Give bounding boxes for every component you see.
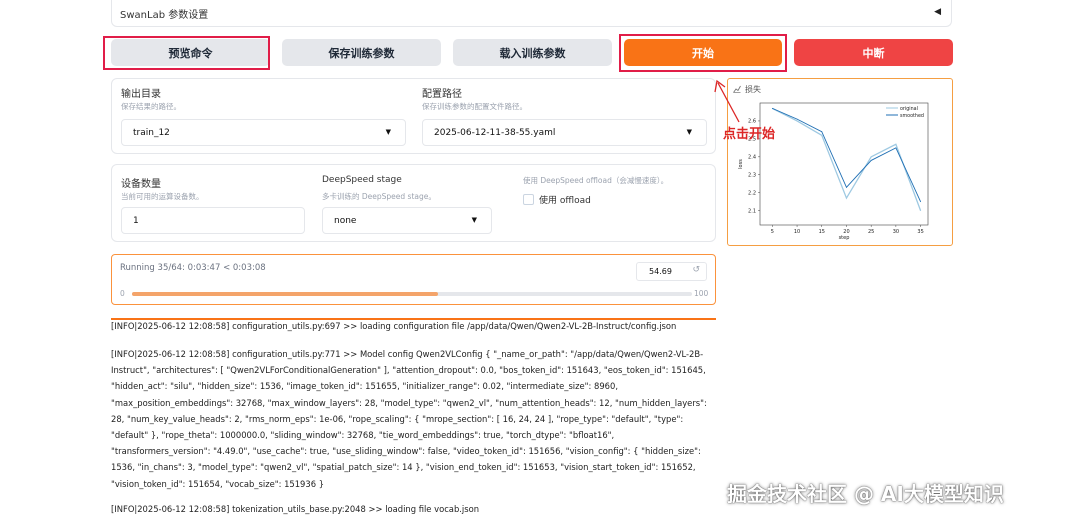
data-point-smoothed bbox=[895, 147, 897, 149]
offload-hint: 使用 DeepSpeed offload（会减慢速度）。 bbox=[523, 176, 669, 185]
save-params-button[interactable]: 保存训练参数 bbox=[282, 39, 441, 66]
deepspeed-stage-value: none bbox=[334, 216, 357, 226]
data-point-smoothed bbox=[870, 160, 872, 161]
slider-max-label: 100 bbox=[694, 289, 709, 298]
legend-label-smoothed: smoothed bbox=[900, 113, 924, 119]
device-count-input[interactable]: 1 bbox=[121, 207, 305, 234]
device-count-hint: 当前可用的运算设备数。 bbox=[121, 192, 204, 201]
y-tick-label: 2.4 bbox=[748, 155, 756, 161]
x-axis-label: step bbox=[839, 235, 850, 241]
data-point-smoothed bbox=[846, 186, 847, 188]
config-path-select[interactable]: 2025-06-12-11-38-55.yaml ▼ bbox=[422, 119, 707, 146]
loss-chart: 5 10 15 20 25 30 352.12.22.32.42.52.6steplosso… bbox=[738, 102, 929, 241]
progress-slider-track[interactable] bbox=[132, 292, 692, 296]
config-path-value: 2025-06-12-11-38-55.yaml bbox=[434, 128, 556, 138]
device-count-label: 设备数量 bbox=[121, 179, 161, 190]
highlight-box-preview bbox=[103, 36, 270, 70]
deepspeed-stage-select[interactable]: none ▼ bbox=[322, 207, 492, 234]
annotation-arrow bbox=[714, 79, 740, 123]
x-tick-label: 15 bbox=[819, 229, 825, 235]
data-point-original bbox=[821, 134, 823, 136]
annotation-text: 点击开始 bbox=[723, 127, 776, 142]
deepspeed-stage-hint: 多卡训练的 DeepSpeed stage。 bbox=[322, 192, 436, 201]
data-point-smoothed bbox=[821, 131, 823, 133]
config-path-label: 配置路径 bbox=[422, 89, 462, 100]
log-line: [INFO|2025-06-12 12:08:58] tokenization_… bbox=[111, 504, 480, 514]
path-settings-panel: 输出目录 保存结果的路径。 train_12 ▼ 配置路径 保存训练参数的配置文… bbox=[111, 78, 716, 154]
data-point-original bbox=[846, 197, 847, 199]
output-dir-label: 输出目录 bbox=[121, 89, 161, 100]
chevron-down-icon: ▼ bbox=[686, 128, 692, 136]
y-axis-label: loss bbox=[738, 159, 744, 169]
progress-slider-fill bbox=[132, 292, 439, 296]
x-tick-label: 25 bbox=[868, 229, 874, 235]
data-point-original bbox=[796, 120, 798, 122]
output-dir-select[interactable]: train_12 ▼ bbox=[121, 119, 406, 146]
output-dir-value: train_12 bbox=[133, 128, 170, 138]
config-path-hint: 保存训练参数的配置文件路径。 bbox=[422, 102, 527, 111]
progress-value: 54.69 bbox=[649, 267, 672, 276]
device-settings-panel: 设备数量 当前可用的运算设备数。 1 DeepSpeed stage 多卡训练的… bbox=[111, 164, 716, 242]
collapse-caret-icon[interactable]: ◀ bbox=[934, 7, 941, 17]
log-line: [INFO|2025-06-12 12:08:58] configuration… bbox=[111, 321, 677, 331]
reset-icon[interactable]: ↺ bbox=[692, 265, 700, 275]
series-line-original bbox=[772, 107, 922, 211]
highlight-box-start bbox=[619, 34, 787, 72]
offload-checkbox[interactable] bbox=[523, 194, 534, 205]
x-tick-label: 10 bbox=[794, 229, 800, 235]
load-params-button[interactable]: 载入训练参数 bbox=[453, 39, 612, 66]
device-count-value: 1 bbox=[133, 216, 139, 226]
y-tick-label: 2.2 bbox=[748, 191, 756, 197]
output-dir-hint: 保存结果的路径。 bbox=[121, 102, 181, 111]
y-tick-label: 2.1 bbox=[748, 208, 756, 214]
x-tick-label: 35 bbox=[917, 229, 923, 235]
offload-label: 使用 offload bbox=[539, 196, 591, 206]
slider-min-label: 0 bbox=[120, 289, 125, 298]
data-point-original bbox=[920, 210, 921, 212]
legend-label-original: original bbox=[900, 106, 918, 112]
progress-value-input[interactable]: 54.69 ↺ bbox=[636, 262, 707, 281]
x-tick-label: 30 bbox=[893, 229, 899, 235]
data-point-smoothed bbox=[796, 118, 798, 120]
loss-chart-panel: 损失 5 10 15 20 25 30 35 2.1 2.2 2.3 2.4 2.5 2.6 step lo… bbox=[727, 78, 953, 246]
data-point-smoothed bbox=[920, 201, 921, 203]
accordion-title: SwanLab 参数设置 bbox=[120, 10, 209, 21]
stop-button[interactable]: 中断 bbox=[794, 39, 953, 66]
log-line: [INFO|2025-06-12 12:08:58] configuration… bbox=[111, 349, 707, 489]
watermark: 掘金技术社区 @ AI大模型知识 bbox=[727, 482, 1004, 506]
x-tick-label: 5 bbox=[771, 229, 774, 235]
chevron-down-icon: ▼ bbox=[471, 216, 477, 224]
deepspeed-stage-label: DeepSpeed stage bbox=[322, 175, 402, 185]
chevron-down-icon: ▼ bbox=[385, 128, 391, 136]
y-tick-label: 2.3 bbox=[748, 173, 756, 179]
data-point-smoothed bbox=[771, 107, 773, 109]
swanlab-settings-accordion[interactable]: SwanLab 参数设置 ◀ bbox=[111, 0, 952, 27]
data-point-original bbox=[870, 156, 872, 158]
training-progress-panel: Running 35/64: 0:03:47 < 0:03:08 54.69 ↺… bbox=[111, 254, 716, 305]
data-point-original bbox=[895, 143, 897, 145]
progress-status: Running 35/64: 0:03:47 < 0:03:08 bbox=[120, 263, 266, 273]
